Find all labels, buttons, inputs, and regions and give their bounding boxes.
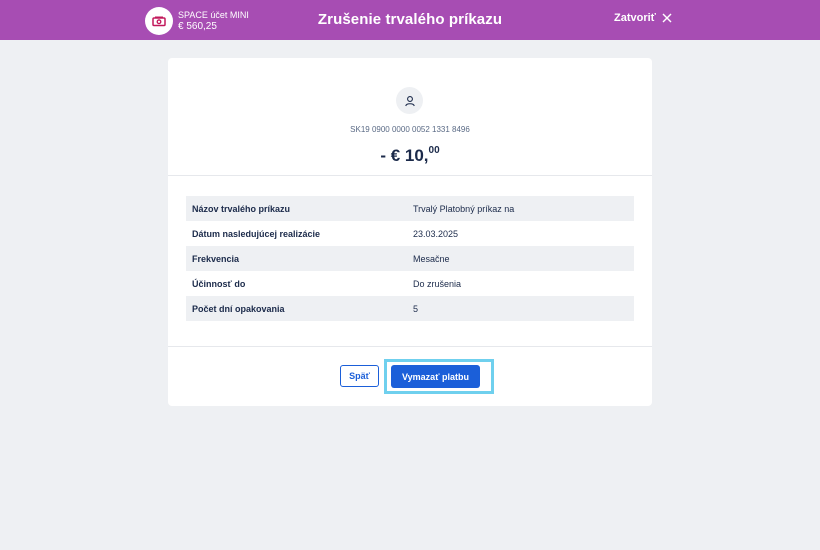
detail-label: Počet dní opakovania [192,303,285,314]
close-icon[interactable] [662,13,672,23]
detail-value: Mesačne [413,253,450,264]
detail-value: 23.03.2025 [413,228,459,239]
detail-label: Názov trvalého príkazu [192,203,291,214]
detail-row: Účinnosť do Do zrušenia [186,271,634,296]
detail-value: 5 [413,303,419,314]
detail-value: Trvalý Platobný príkaz na [413,203,515,214]
divider [168,346,652,347]
user-icon [396,87,423,114]
amount-cents: 00 [428,145,440,157]
detail-value: Do zrušenia [413,278,462,289]
divider [168,175,652,176]
amount-main: - € 10, [380,146,429,165]
detail-label: Frekvencia [192,253,240,264]
recipient-iban: SK19 0900 0000 0052 1331 8496 [350,125,470,134]
detail-label: Dátum nasledujúcej realizácie [192,228,321,239]
detail-row: Počet dní opakovania 5 [186,296,634,321]
close-label: Zatvoriť [614,12,656,24]
details-table: Názov trvalého príkazu Trvalý Platobný p… [186,196,634,321]
cancel-order-card: SK19 0900 0000 0052 1331 8496 - € 10,00 … [168,58,652,406]
detail-label: Účinnosť do [192,278,246,289]
top-bar: SPACE účet MINI € 560,25 Zrušenie trvalé… [0,0,820,40]
detail-row: Frekvencia Mesačne [186,246,634,271]
back-button[interactable]: Späť [340,365,379,387]
page-title: Zrušenie trvalého príkazu [317,11,503,28]
delete-payment-button[interactable]: Vymazať platbu [391,365,480,388]
detail-row: Názov trvalého príkazu Trvalý Platobný p… [186,196,634,221]
payment-amount: - € 10,00 [168,145,652,166]
detail-row: Dátum nasledujúcej realizácie 23.03.2025 [186,221,634,246]
close-button[interactable]: Zatvoriť [614,12,672,24]
